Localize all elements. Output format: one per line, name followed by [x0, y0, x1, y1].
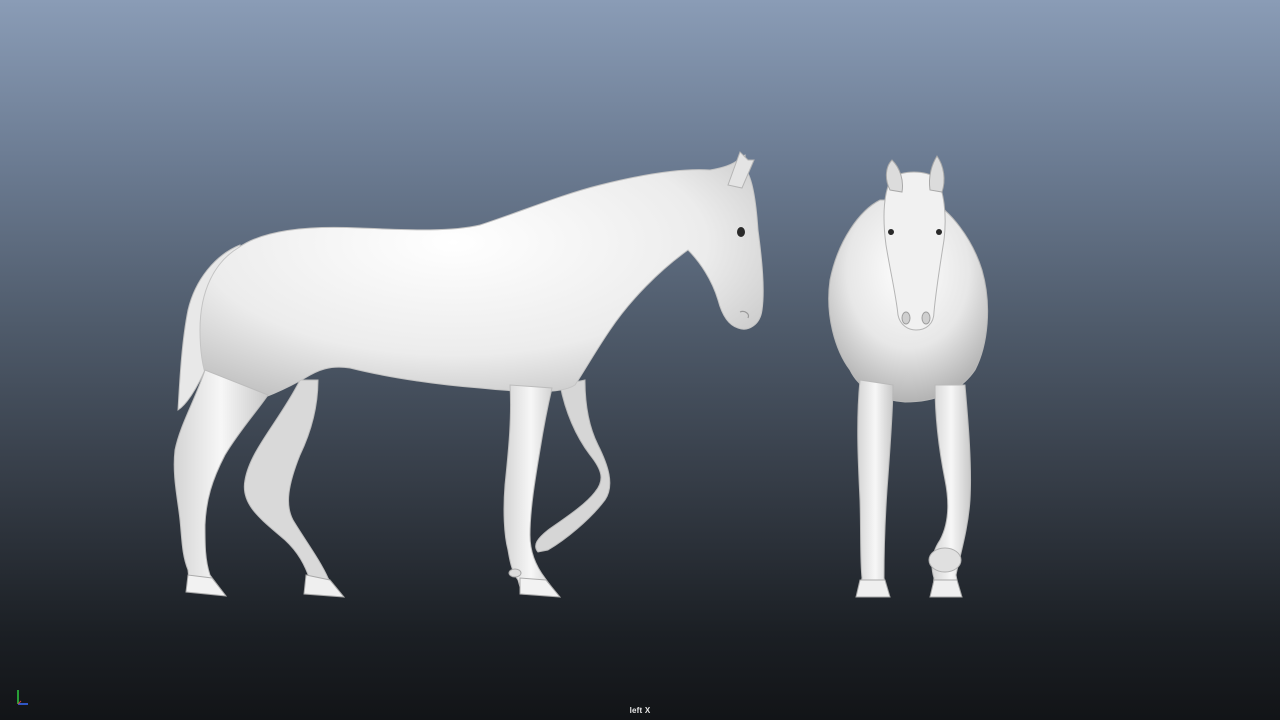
- front-ear-left: [885, 159, 903, 193]
- front-leg-left: [857, 379, 894, 597]
- camera-label: left X: [629, 706, 651, 715]
- horse-side-view[interactable]: [173, 151, 764, 598]
- side-near-front-leg: [503, 384, 560, 597]
- side-body: [199, 154, 764, 406]
- front-eye-left: [888, 229, 894, 235]
- front-knee-raised: [928, 547, 962, 573]
- horse-front-view[interactable]: [828, 155, 989, 598]
- axis-gizmo: [17, 690, 28, 705]
- side-far-hind-leg: [243, 379, 339, 595]
- side-eye: [737, 227, 745, 237]
- front-eye-right: [936, 229, 942, 235]
- side-hoof-2: [303, 574, 346, 598]
- front-nostril-left: [901, 311, 911, 325]
- side-hoof-3: [519, 577, 562, 598]
- front-ear-right: [929, 155, 945, 193]
- side-hoof-raised: [508, 568, 522, 578]
- scene-canvas[interactable]: [0, 0, 1280, 720]
- front-hoof-left: [855, 579, 891, 598]
- front-nostril-right: [921, 311, 931, 325]
- maya-viewport[interactable]: left X: [0, 0, 1280, 720]
- front-hoof-right: [929, 579, 963, 598]
- side-hoof-1: [185, 574, 228, 597]
